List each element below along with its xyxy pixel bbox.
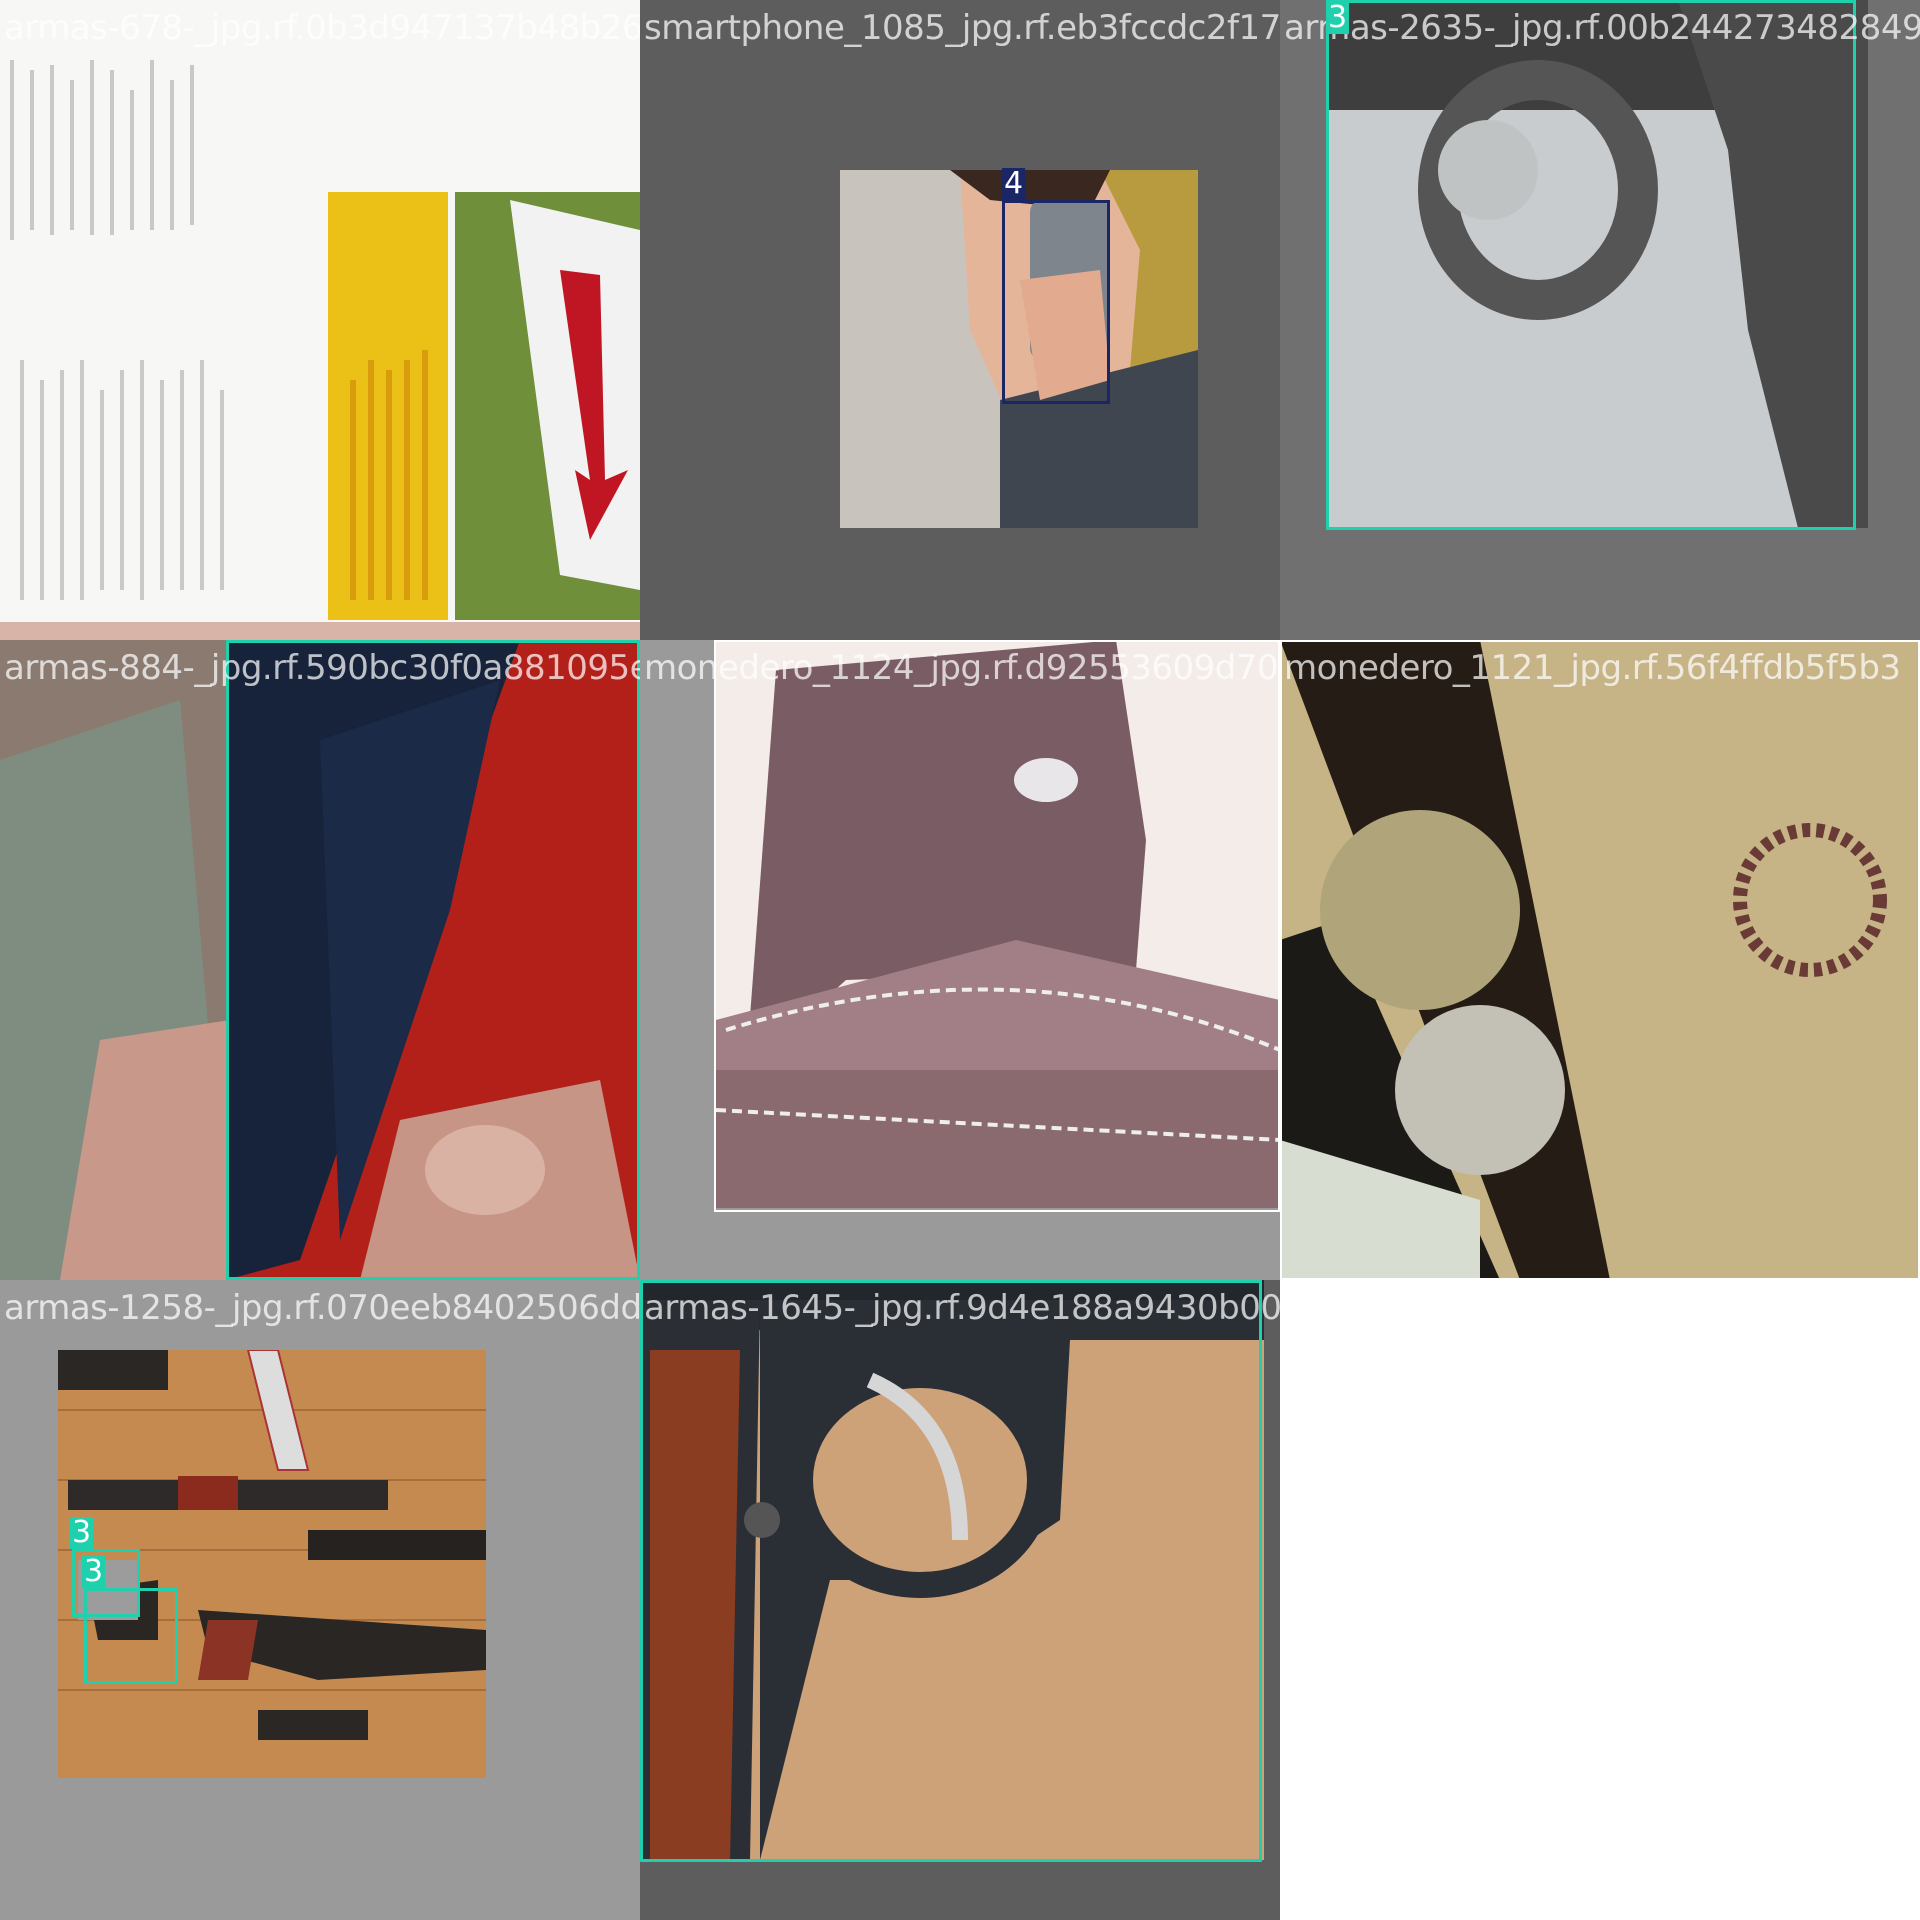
tile-label: armas-1645-_jpg.rf.9d4e188a9430b0027c187 [644,1288,1280,1328]
tile-label: armas-2635-_jpg.rf.00b2442734828495 [1284,8,1920,48]
tile-armas-884: 3 armas-884-_jpg.rf.590bc30f0a881095ee19… [0,640,640,1280]
bbox-gun-2635 [1326,0,1856,530]
tile-armas-2635: 3 armas-2635-_jpg.rf.00b2442734828495 [1280,0,1920,640]
document-photo [0,0,640,640]
tile-label: smartphone_1085_jpg.rf.eb3fccdc2f170d13c [644,8,1280,48]
bbox-gun-1258-b [84,1588,178,1684]
tile-empty [1280,1280,1920,1920]
bbox-tag-gun-2635: 3 [1326,0,1350,35]
bbox-wallet-1121 [1280,640,1920,1280]
bbox-wallet-1124 [714,640,1280,1212]
bbox-phone [1002,200,1110,404]
bbox-tag-gun-1258-b: 3 [82,1554,106,1589]
tile-label: armas-678-_jpg.rf.0b3d947137b48b26aeab6d… [4,8,640,48]
tile-armas-1645: 3 armas-1645-_jpg.rf.9d4e188a9430b0027c1… [640,1280,1280,1920]
mosaic-grid: armas-678-_jpg.rf.0b3d947137b48b26aeab6d… [0,0,1920,1920]
tile-label: monedero_1121_jpg.rf.56f4ffdb5f5b3 [1284,648,1901,688]
tile-armas-678: armas-678-_jpg.rf.0b3d947137b48b26aeab6d… [0,0,640,640]
bbox-tag-phone: 4 [1002,166,1026,201]
bbox-gun-884 [226,640,640,1280]
tile-monedero-1121: 2 monedero_1121_jpg.rf.56f4ffdb5f5b3 [1280,640,1920,1280]
tile-monedero-1124: 2 monedero_1124_jpg.rf.d92553609d70324e7 [640,640,1280,1280]
tile-smartphone: 4 smartphone_1085_jpg.rf.eb3fccdc2f170d1… [640,0,1280,640]
bbox-tag-gun-1258-a: 3 [70,1515,94,1550]
tile-armas-1258: 3 3 armas-1258-_jpg.rf.070eeb8402506dd35… [0,1280,640,1920]
tile-label: armas-1258-_jpg.rf.070eeb8402506dd351249 [4,1288,640,1328]
tile-label: armas-884-_jpg.rf.590bc30f0a881095ee19e [4,648,640,688]
tile-label: monedero_1124_jpg.rf.d92553609d70324e7 [644,648,1280,688]
bbox-gun-1645 [640,1280,1262,1862]
